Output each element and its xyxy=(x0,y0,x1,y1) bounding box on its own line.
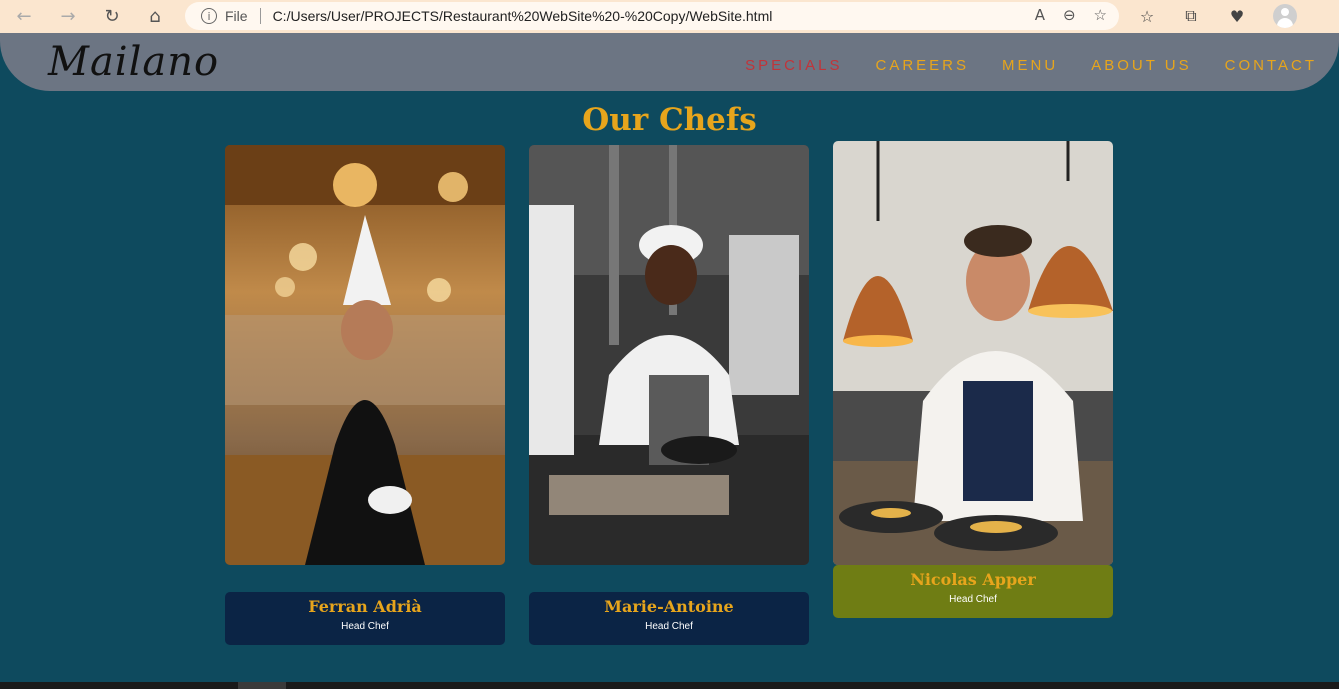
browser-toolbar: ← → ↻ ⌂ i File C:/Users/User/PROJECTS/Re… xyxy=(0,0,1339,33)
chef-photo-3-image xyxy=(833,141,1113,565)
site-logo[interactable]: Mailano xyxy=(48,39,219,85)
horizontal-scrollbar[interactable] xyxy=(0,682,1339,689)
read-aloud-icon[interactable]: A xyxy=(1035,6,1045,24)
zoom-icon[interactable]: ⊖ xyxy=(1063,6,1076,24)
scrollbar-thumb[interactable] xyxy=(238,682,286,689)
chef-photo-3[interactable] xyxy=(833,141,1113,565)
nav-about-us[interactable]: ABOUT US xyxy=(1091,57,1191,74)
address-file-label: File xyxy=(225,8,248,24)
favorites-icon[interactable]: ☆ xyxy=(1135,4,1159,28)
address-bar[interactable]: i File C:/Users/User/PROJECTS/Restaurant… xyxy=(185,2,1119,30)
chef-card-3-label[interactable]: Nicolas Apper Head Chef xyxy=(833,565,1113,618)
forward-arrow-icon[interactable]: → xyxy=(55,3,81,29)
collections-icon[interactable]: ⧉ xyxy=(1179,4,1203,28)
address-separator xyxy=(259,8,261,24)
section-title: Our Chefs xyxy=(582,102,757,138)
chef-photo-1[interactable] xyxy=(225,145,505,565)
chef-name-3: Nicolas Apper xyxy=(910,570,1036,589)
chef-role-2: Head Chef xyxy=(645,621,693,632)
home-icon[interactable]: ⌂ xyxy=(142,3,168,29)
main-nav: SPECIALS CAREERS MENU ABOUT US CONTACT xyxy=(745,57,1317,74)
nav-contact[interactable]: CONTACT xyxy=(1225,57,1317,74)
browser-essentials-icon[interactable]: ♥ xyxy=(1225,4,1249,28)
info-icon[interactable]: i xyxy=(201,8,217,24)
chef-card-2-label[interactable]: Marie-Antoine Head Chef xyxy=(529,592,809,645)
chef-photo-2-image xyxy=(529,145,809,565)
add-favorite-icon[interactable]: ☆ xyxy=(1094,6,1107,24)
site-header: Mailano SPECIALS CAREERS MENU ABOUT US C… xyxy=(0,33,1339,91)
nav-careers[interactable]: CAREERS xyxy=(876,57,970,74)
nav-specials[interactable]: SPECIALS xyxy=(745,57,842,74)
refresh-icon[interactable]: ↻ xyxy=(99,3,125,29)
chef-name-1: Ferran Adrià xyxy=(308,597,422,616)
chef-role-3: Head Chef xyxy=(949,594,997,605)
chef-photo-2[interactable] xyxy=(529,145,809,565)
back-arrow-icon[interactable]: ← xyxy=(11,3,37,29)
chef-card-1-label[interactable]: Ferran Adrià Head Chef xyxy=(225,592,505,645)
address-url[interactable]: C:/Users/User/PROJECTS/Restaurant%20WebS… xyxy=(273,8,773,24)
chef-role-1: Head Chef xyxy=(341,621,389,632)
nav-menu[interactable]: MENU xyxy=(1002,57,1058,74)
chef-name-2: Marie-Antoine xyxy=(604,597,734,616)
profile-avatar[interactable] xyxy=(1273,4,1297,28)
chef-photo-1-image xyxy=(225,145,505,565)
